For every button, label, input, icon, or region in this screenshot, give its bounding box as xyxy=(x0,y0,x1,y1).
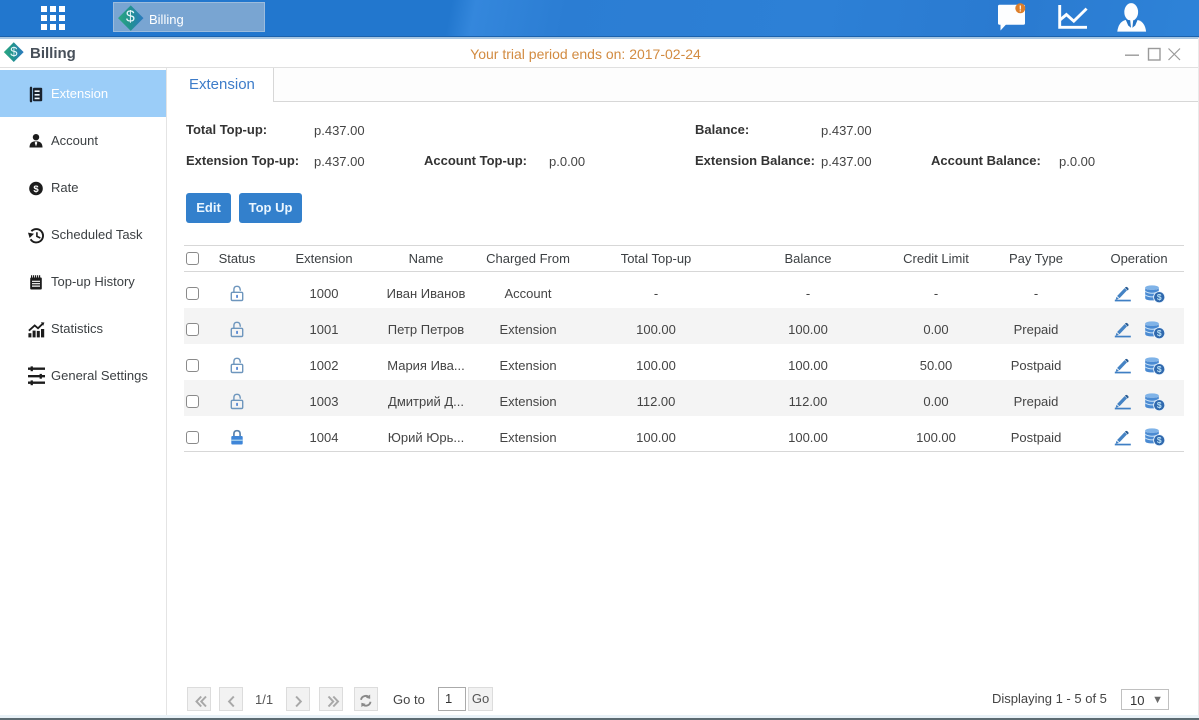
svg-text:!: ! xyxy=(1019,3,1022,13)
